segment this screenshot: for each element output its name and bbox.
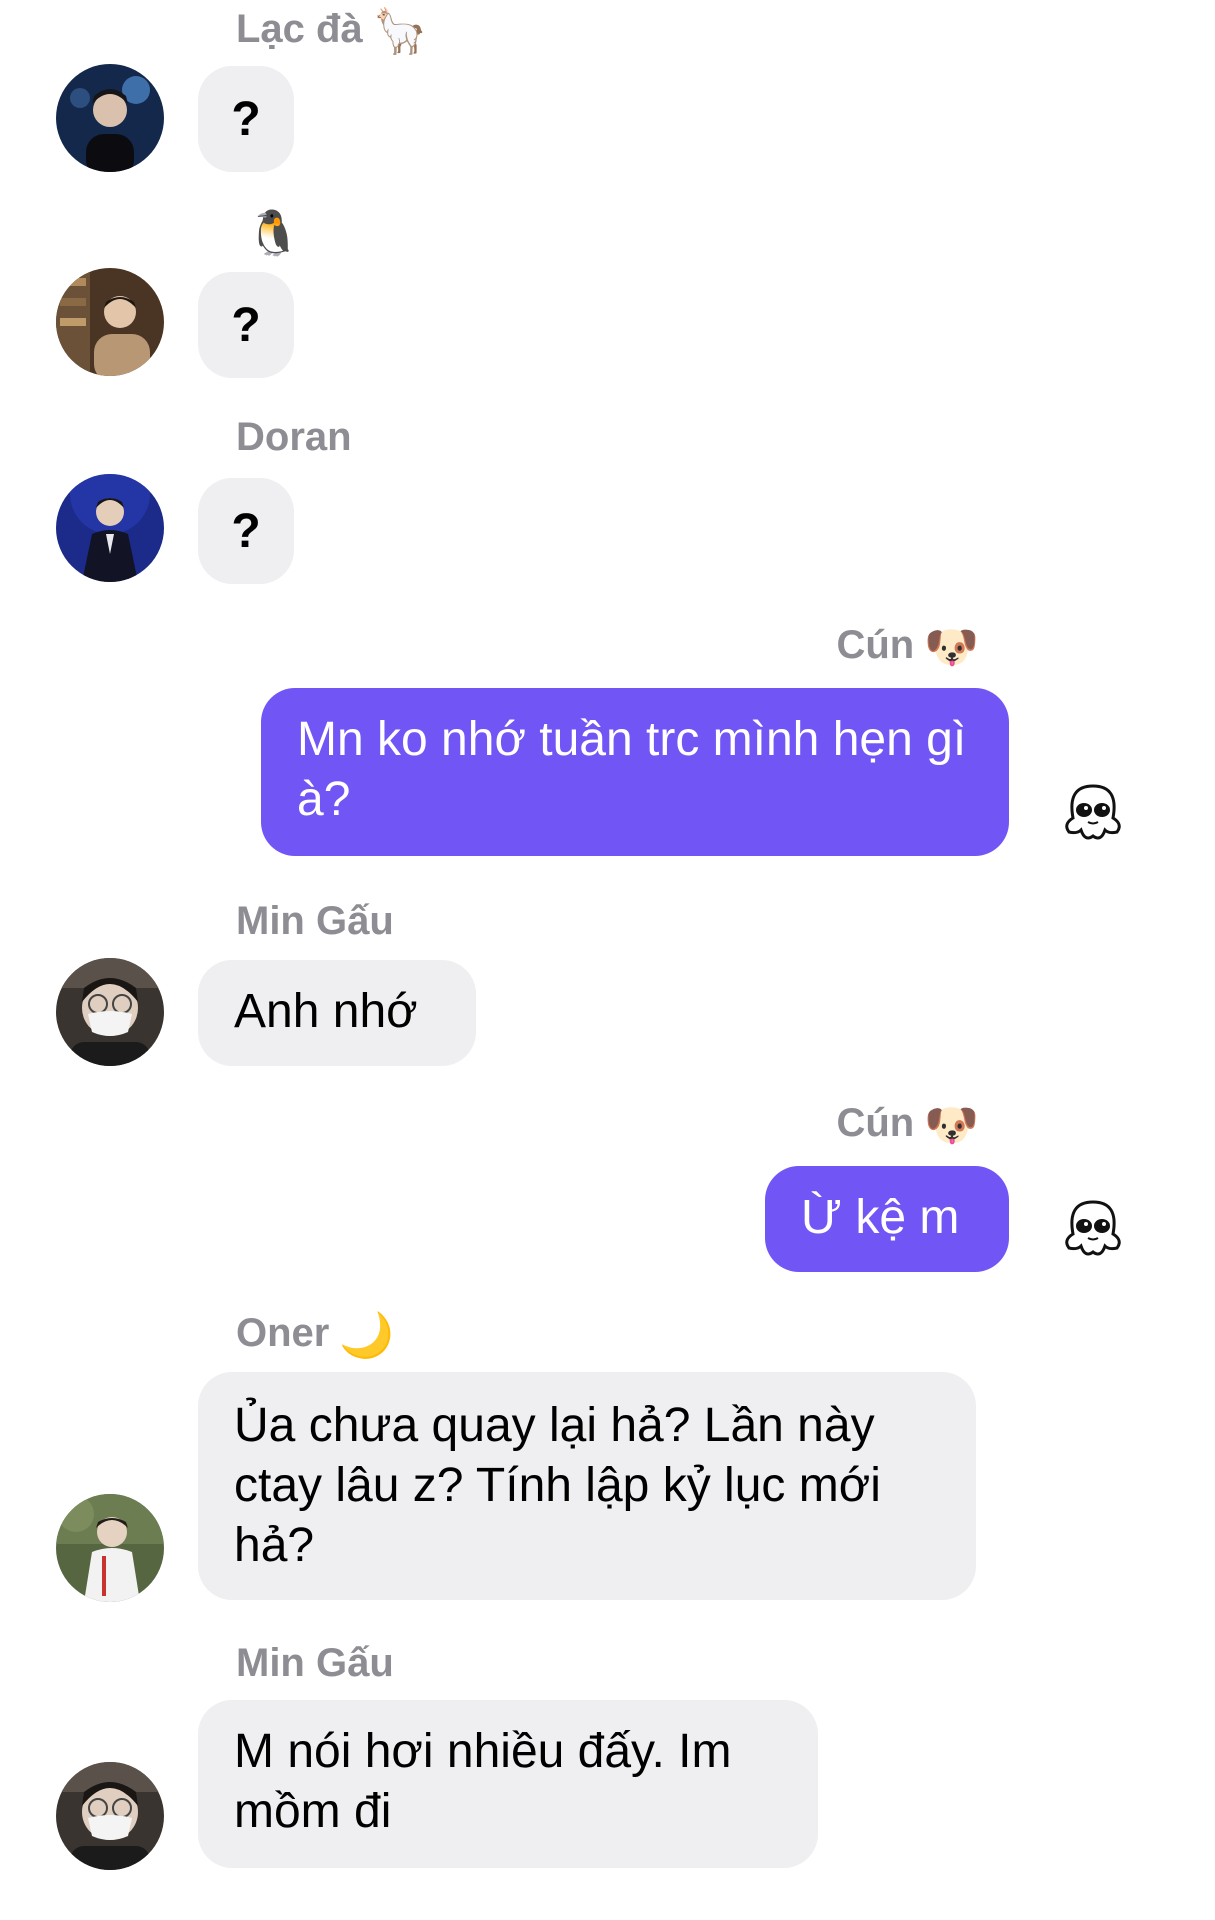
sender-name: Cún 🐶 xyxy=(836,1101,979,1150)
message-bubble[interactable]: ? xyxy=(198,66,294,172)
sender-name: Min Gấu xyxy=(236,1641,394,1685)
avatar[interactable] xyxy=(56,958,164,1066)
message-bubble[interactable]: ? xyxy=(198,478,294,584)
ghost-sticker-icon[interactable] xyxy=(1057,778,1129,850)
message-bubble[interactable]: M nói hơi nhiều đấy. Im mồm đi xyxy=(198,1700,818,1868)
message-bubble[interactable]: Mn ko nhớ tuần trc mình hẹn gì à? xyxy=(261,688,1009,856)
sender-name: Doran xyxy=(236,415,352,459)
message-bubble[interactable]: Ừ kệ m xyxy=(765,1166,1009,1272)
message-bubble[interactable]: Anh nhớ xyxy=(198,960,476,1066)
message-bubble[interactable]: Ủa chưa quay lại hả? Lần này ctay lâu z?… xyxy=(198,1372,976,1600)
avatar[interactable] xyxy=(56,64,164,172)
chat-thread: Lạc đà 🦙 ? 🐧 ? Doran ? Cún 🐶 Mn ko nhớ tuầ… xyxy=(0,0,1215,1920)
avatar[interactable] xyxy=(56,474,164,582)
message-bubble[interactable]: ? xyxy=(198,272,294,378)
llama-emoji: 🦙 xyxy=(372,7,428,56)
sender-name: Lạc đà 🦙 xyxy=(236,7,428,56)
ghost-sticker-icon[interactable] xyxy=(1057,1194,1129,1266)
sender-name: Min Gấu xyxy=(236,899,394,943)
sender-name: 🐧 xyxy=(236,208,301,257)
avatar[interactable] xyxy=(56,1762,164,1870)
moon-emoji: 🌙 xyxy=(339,1311,395,1360)
sender-name: Cún 🐶 xyxy=(836,623,979,672)
sender-name: Oner 🌙 xyxy=(236,1311,395,1360)
dog-emoji: 🐶 xyxy=(924,1101,979,1150)
avatar[interactable] xyxy=(56,1494,164,1602)
avatar[interactable] xyxy=(56,268,164,376)
dog-emoji: 🐶 xyxy=(924,623,979,672)
penguin-emoji: 🐧 xyxy=(246,209,301,258)
